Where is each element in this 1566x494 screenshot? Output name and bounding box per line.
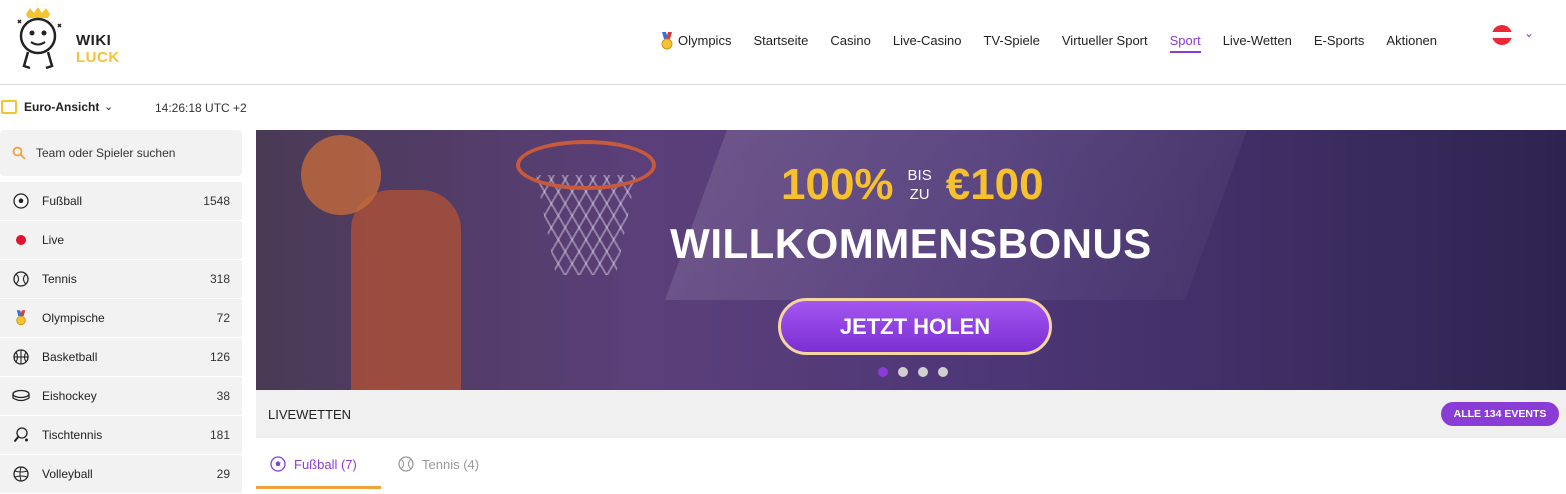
backboard-decoration [665,130,1247,300]
banner-headline: WILLKOMMENSBONUS [670,220,1152,267]
hockey-puck-icon [12,387,30,405]
active-tab-indicator [256,486,381,489]
clock-time: 14:26:18 UTC +2 [155,101,247,115]
main-nav: Olympics Startseite Casino Live-Casino T… [660,26,1459,56]
sidebar-item-label: Volleyball [42,467,93,481]
live-sport-tabs: Fußball (7) Tennis (4) [256,438,1566,490]
carousel-dot[interactable] [878,367,888,377]
sidebar-item-olympische[interactable]: Olympische 72 [0,299,242,338]
sidebar-item-label: Eishockey [42,389,97,403]
site-header: WIKI LUCK Olympics Startseite Casino Liv… [0,0,1566,85]
view-selector[interactable]: Euro-Ansicht [24,100,99,114]
sidebar-item-count: 181 [209,428,230,442]
sidebar-item-label: Live [42,233,65,247]
bonus-bis-zu: BIS ZU [908,166,932,204]
table-tennis-icon [12,426,30,444]
carousel-dot[interactable] [898,367,908,377]
volleyball-icon [12,465,30,483]
sidebar-item-tischtennis[interactable]: Tischtennis 181 [0,416,242,455]
carousel-dot[interactable] [938,367,948,377]
bonus-amount: €100 [945,160,1044,209]
bonus-offer: 100% BIS ZU €100 [781,160,1044,210]
nav-live-casino[interactable]: Live-Casino [893,26,962,56]
sidebar-item-live[interactable]: Live [0,221,242,260]
tab-tennis[interactable]: Tennis (4) [398,456,479,472]
sidebar-item-label: Tischtennis [42,428,103,442]
sidebar-item-label: Tennis [42,272,77,286]
sidebar-item-label: Olympische [42,311,105,325]
tab-label: Tennis (4) [422,456,480,472]
nav-virtueller-sport[interactable]: Virtueller Sport [1062,26,1148,56]
basket-hoop-decoration [516,140,656,190]
logo[interactable]: WIKI LUCK [8,6,120,76]
sidebar-item-label: Fußball [42,194,83,208]
sidebar-item-tennis[interactable]: Tennis 318 [0,260,242,299]
sidebar-item-count: 38 [216,389,230,403]
sidebar-item-count: 126 [209,350,230,364]
logo-text-wiki: WIKI [76,32,112,49]
claim-bonus-button[interactable]: JETZT HOLEN [778,298,1052,355]
nav-live-wetten[interactable]: Live-Wetten [1223,26,1292,56]
medal-icon [12,309,30,327]
sidebar-item-count: 29 [216,467,230,481]
basketball-image [301,135,381,215]
tennis-ball-icon [12,270,30,288]
sidebar-item-count: 318 [209,272,230,286]
nav-olympics-label: Olympics [678,33,732,48]
live-betting-title: LIVEWETTEN [268,407,352,422]
mascot-icon [17,7,62,70]
search-placeholder: Team oder Spieler suchen [36,146,176,160]
bonus-bis: BIS [907,167,932,184]
sidebar-item-volleyball[interactable]: Volleyball 29 [0,455,242,494]
tab-fussball[interactable]: Fußball (7) [270,456,357,472]
language-chevron-down-icon[interactable]: ⌄ [1524,26,1534,40]
euro-view-icon [1,100,17,114]
tab-label: Fußball (7) [294,456,357,472]
nav-olympics[interactable]: Olympics [660,26,731,56]
austria-flag-icon[interactable] [1492,25,1512,45]
live-dot-icon [12,231,30,249]
sidebar-item-count: 72 [216,311,230,325]
search-input[interactable]: Team oder Spieler suchen [0,130,242,176]
nav-e-sports[interactable]: E-Sports [1314,26,1365,56]
soccer-ball-icon [270,456,286,472]
nav-casino[interactable]: Casino [830,26,870,56]
sports-sidebar: Team oder Spieler suchen Fußball 1548 Li… [0,130,242,494]
medal-icon [661,32,673,50]
carousel-dot[interactable] [918,367,928,377]
sidebar-item-count: 1548 [203,194,230,208]
carousel-dots [878,367,948,377]
bonus-percent: 100% [781,160,894,209]
sidebar-item-basketball[interactable]: Basketball 126 [0,338,242,377]
sidebar-item-eishockey[interactable]: Eishockey 38 [0,377,242,416]
sidebar-item-fussball[interactable]: Fußball 1548 [0,182,242,221]
soccer-ball-icon [12,192,30,210]
chevron-down-icon[interactable]: ⌄ [104,100,113,113]
search-icon [12,146,26,160]
tennis-ball-icon [398,456,414,472]
basketball-icon [12,348,30,366]
all-events-button[interactable]: ALLE 134 EVENTS [1441,402,1559,426]
promo-banner[interactable]: 100% BIS ZU €100 WILLKOMMENSBONUS JETZT … [256,130,1566,390]
sidebar-item-label: Basketball [42,350,98,364]
bonus-zu: ZU [909,186,930,203]
nav-aktionen[interactable]: Aktionen [1386,26,1437,56]
nav-sport[interactable]: Sport [1169,26,1201,56]
live-betting-header: LIVEWETTEN ALLE 134 EVENTS [256,390,1566,438]
nav-tv-spiele[interactable]: TV-Spiele [984,26,1040,56]
nav-startseite[interactable]: Startseite [753,26,808,56]
logo-text-luck: LUCK [76,49,120,66]
